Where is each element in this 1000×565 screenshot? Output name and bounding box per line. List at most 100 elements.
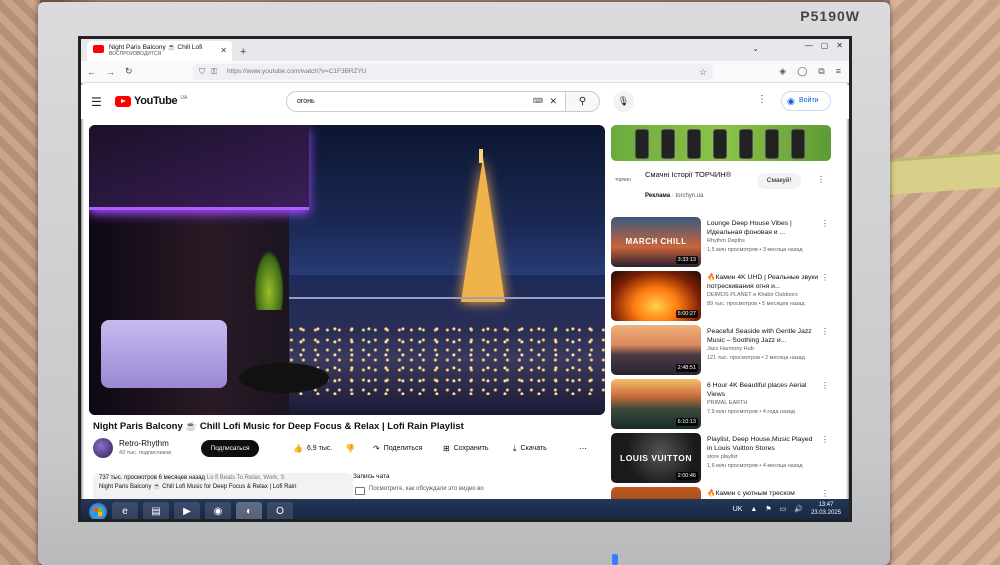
wall-left [0, 0, 40, 565]
close-tab-icon[interactable]: ✕ [220, 46, 227, 55]
share-label: Поделиться [383, 445, 423, 452]
pocket-icon[interactable]: ◈ [779, 66, 786, 77]
description-text: Night Paris Balcony ☕ Chill Lofi Music f… [99, 484, 297, 490]
back-arrow-icon[interactable]: ← [87, 67, 96, 77]
minimize-button[interactable]: — [805, 41, 813, 50]
thumbs-down-icon: 👎 [345, 444, 355, 453]
video-city-lights [289, 325, 605, 395]
chrome-icon[interactable]: ◉ [205, 502, 231, 519]
opera-icon[interactable]: O [267, 502, 293, 519]
save-button[interactable]: ⊞ Сохранить [443, 441, 489, 457]
search-button[interactable]: ⚲ [566, 91, 600, 112]
recommendation-item[interactable]: LOUIS VUITTON 2:00:46 Playlist, Deep Hou… [611, 433, 831, 485]
recommendation-title: Playlist, Deep House,Music Played in Lou… [707, 436, 813, 452]
bookmark-star-icon[interactable]: ☆ [699, 64, 707, 80]
recommendation-item[interactable]: MARCH CHILL 3:33:13 Lounge Deep House Vi… [611, 217, 831, 269]
start-button[interactable] [89, 503, 107, 519]
save-label: Сохранить [453, 445, 489, 452]
account-icon[interactable]: ◯ [797, 66, 807, 77]
windows-taskbar: e ▤ ▶ ◉ ◐ O UK ▲ ⚑ ▭ 🔊 13:47 23.03.2025 [81, 499, 849, 519]
item-more-icon[interactable]: ⋮ [821, 381, 829, 390]
media-player-icon[interactable]: ▶ [174, 502, 200, 519]
network-icon[interactable]: ▲ [750, 506, 757, 513]
recommendation-item[interactable]: 6:10:13 6 Hour 4K Beautiful places Aeria… [611, 379, 831, 431]
video-tags: Lo fi Beats To Relax, Work, S [206, 475, 285, 481]
download-button[interactable]: ⤓ Скачать [513, 441, 547, 457]
tab-bar: Night Paris Balcony ☕ Chill Lofi ВОСПРОИ… [81, 39, 849, 61]
chat-message[interactable]: Посмотрите, как обсуждали это видео во [353, 486, 601, 495]
firefox-icon[interactable]: ◐ [236, 502, 262, 519]
recommendation-channel: DEIMOS PLANET и Khabir Outdoors [707, 292, 798, 298]
duration-badge: 5:00:27 [675, 310, 698, 318]
shield-icon[interactable]: ⛉ [199, 64, 205, 80]
hamburger-menu-icon[interactable]: ☰ [91, 95, 102, 109]
language-indicator[interactable]: UK [733, 506, 743, 513]
flag-icon[interactable]: ⚑ [765, 505, 771, 513]
keyboard-icon[interactable]: ⌨ [533, 92, 543, 111]
ad-more-icon[interactable]: ⋮ [817, 175, 825, 184]
menu-icon[interactable]: ≡ [836, 66, 841, 77]
dislike-button[interactable]: 👎 [345, 441, 355, 457]
sidebar-ad[interactable]: торчин Смачні Історії ТОРЧИН® Реклама · … [611, 125, 831, 207]
clock[interactable]: 13:47 23.03.2025 [811, 501, 841, 517]
ad-cta-button[interactable]: Смакуй! [757, 173, 801, 189]
youtube-logo[interactable]: YouTube UA [115, 95, 187, 107]
recommendation-channel: Rhythm Depths [707, 238, 745, 244]
item-more-icon[interactable]: ⋮ [821, 219, 829, 228]
clear-search-icon[interactable]: ✕ [549, 92, 557, 111]
recommendation-views: 7,9 млн просмотров • 4 года назад [707, 409, 795, 415]
tab-list-chevron-icon[interactable]: ⌄ [752, 44, 759, 53]
maximize-button[interactable]: ▢ [821, 41, 829, 50]
window-controls: — ▢ ✕ [805, 41, 843, 50]
internet-explorer-icon[interactable]: e [112, 502, 138, 519]
item-more-icon[interactable]: ⋮ [821, 435, 829, 444]
voice-search-button[interactable]: 🎙 [613, 91, 634, 112]
close-window-button[interactable]: ✕ [836, 41, 843, 50]
folder-icon[interactable]: ▤ [143, 502, 169, 519]
volume-icon[interactable]: 🔊 [794, 505, 803, 513]
clock-date: 23.03.2025 [810, 510, 841, 516]
signin-button[interactable]: ◉ Войти [781, 91, 831, 111]
download-icon: ⤓ [513, 444, 517, 453]
share-button[interactable]: ↷ Поделиться [373, 441, 422, 457]
item-more-icon[interactable]: ⋮ [821, 273, 829, 282]
settings-more-icon[interactable]: ⋮ [757, 94, 767, 105]
recommendation-thumbnail: LOUIS VUITTON 2:00:46 [611, 433, 701, 483]
item-more-icon[interactable]: ⋮ [821, 327, 829, 336]
recommendation-item[interactable]: 🔥Камин с уютным треском ⋮ [611, 487, 831, 499]
ad-banner-image [611, 125, 831, 161]
channel-row: Retro-Rhythm 43 тыс. подписчиков Подписа… [93, 436, 609, 462]
search-input[interactable]: огонь ⌨ ✕ [286, 91, 566, 112]
more-actions-button[interactable]: ⋯ [579, 441, 587, 457]
recommendation-channel: store playlist [707, 454, 738, 460]
navigation-bar: ← → ↻ ⛉ ⚿ https://www.youtube.com/watch?… [81, 61, 849, 83]
user-icon: ◉ [787, 96, 795, 106]
recommendation-thumbnail: MARCH CHILL 3:33:13 [611, 217, 701, 267]
browser-tab[interactable]: Night Paris Balcony ☕ Chill Lofi ВОСПРОИ… [87, 41, 232, 61]
video-table [239, 363, 329, 393]
save-icon: ⊞ [443, 444, 450, 453]
extensions-icon[interactable]: ⧉ [818, 66, 824, 77]
video-neon-ceiling [89, 125, 309, 210]
clock-time: 13:47 [818, 502, 834, 508]
lock-icon[interactable]: ⚿ [211, 64, 217, 80]
battery-icon[interactable]: ▭ [780, 505, 787, 513]
new-tab-button[interactable]: + [240, 46, 246, 58]
reload-icon[interactable]: ↻ [125, 66, 133, 77]
subscribe-button[interactable]: Подписаться [201, 440, 259, 457]
channel-avatar[interactable] [93, 438, 113, 458]
like-count: 6,9 тыс. [306, 445, 333, 452]
channel-name[interactable]: Retro-Rhythm [119, 439, 169, 448]
forward-arrow-icon[interactable]: → [106, 67, 115, 77]
item-more-icon[interactable]: ⋮ [821, 489, 829, 498]
youtube-header: ☰ YouTube UA огонь ⌨ ✕ ⚲ 🎙 ⋮ ◉ Войти [81, 85, 849, 119]
duration-badge: 3:33:13 [675, 256, 698, 264]
recommendation-item[interactable]: 2:48:51 Peaceful Seaside with Gentle Jaz… [611, 325, 831, 377]
ad-meta: Реклама · torchyn.ua [645, 193, 704, 199]
like-button[interactable]: 👍 6,9 тыс. [293, 441, 332, 457]
address-bar[interactable]: ⛉ ⚿ https://www.youtube.com/watch?v=C1F3… [193, 64, 713, 80]
signin-label: Войти [799, 97, 819, 104]
video-player[interactable] [89, 125, 605, 415]
recommendation-item[interactable]: 5:00:27 🔥Камин 4K UHD | Реальные звуки п… [611, 271, 831, 323]
search-value: огонь [297, 98, 315, 105]
